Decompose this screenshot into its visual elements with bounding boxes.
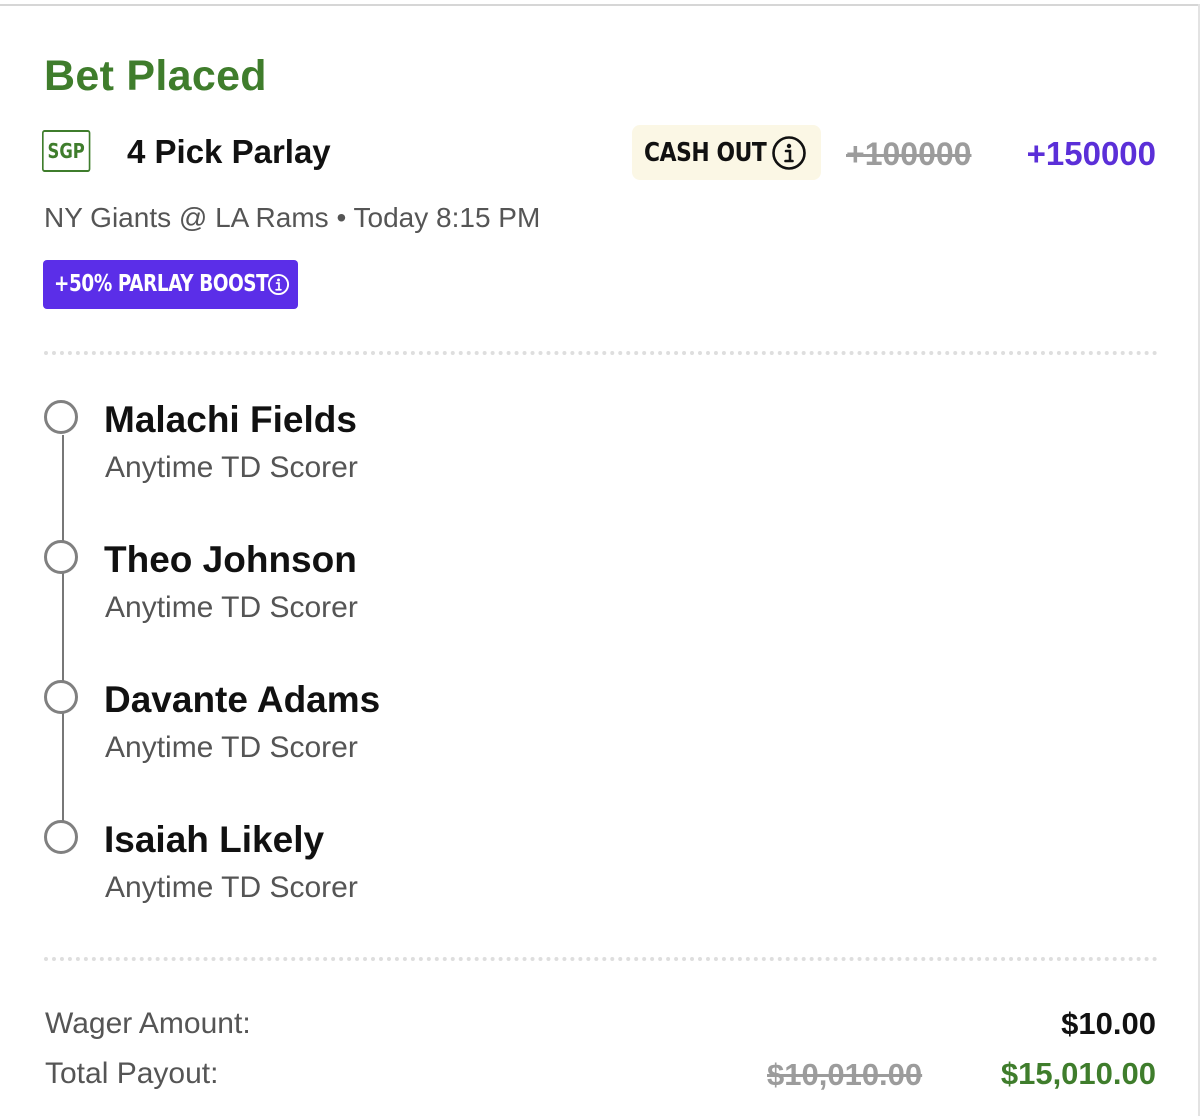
boosted-payout: $15,010.00 bbox=[1000, 1056, 1156, 1091]
sgp-badge: SGP bbox=[42, 130, 91, 172]
original-odds: +100000 bbox=[846, 136, 972, 172]
info-circle-icon[interactable] bbox=[771, 135, 807, 171]
leg-player-name: Isaiah Likely bbox=[104, 819, 325, 860]
open-circle-icon bbox=[44, 400, 78, 434]
parlay-leg: Malachi Fields Anytime TD Scorer bbox=[42, 395, 742, 515]
cash-out-button[interactable]: CASH OUT bbox=[632, 125, 821, 180]
original-payout: $10,010.00 bbox=[767, 1057, 923, 1092]
open-circle-icon bbox=[44, 540, 78, 574]
top-border bbox=[0, 4, 1200, 6]
wager-amount-label: Wager Amount: bbox=[45, 1007, 251, 1040]
cash-out-label: CASH OUT bbox=[644, 138, 767, 168]
leg-market: Anytime TD Scorer bbox=[105, 731, 358, 764]
leg-player-name: Davante Adams bbox=[104, 679, 381, 720]
section-divider bbox=[44, 351, 1158, 355]
info-circle-icon[interactable] bbox=[267, 273, 290, 296]
leg-market: Anytime TD Scorer bbox=[105, 871, 358, 904]
total-payout-label: Total Payout: bbox=[45, 1057, 219, 1090]
leg-market: Anytime TD Scorer bbox=[105, 451, 358, 484]
parlay-name: 4 Pick Parlay bbox=[127, 133, 331, 170]
parlay-leg: Davante Adams Anytime TD Scorer bbox=[42, 675, 742, 795]
leg-market: Anytime TD Scorer bbox=[105, 591, 358, 624]
wager-amount-value: $10.00 bbox=[1061, 1006, 1156, 1041]
parlay-legs-list: Malachi Fields Anytime TD Scorer Theo Jo… bbox=[42, 395, 742, 935]
parlay-boost-label: +50% PARLAY BOOST bbox=[54, 271, 269, 297]
parlay-boost-badge[interactable]: +50% PARLAY BOOST bbox=[43, 260, 298, 309]
boosted-odds: +150000 bbox=[1026, 135, 1156, 172]
leg-player-name: Malachi Fields bbox=[104, 399, 357, 440]
bet-header: SGP 4 Pick Parlay CASH OUT +100000 +1500… bbox=[42, 125, 1156, 181]
open-circle-icon bbox=[44, 820, 78, 854]
leg-player-name: Theo Johnson bbox=[104, 539, 357, 580]
game-matchup: NY Giants @ LA Rams • Today 8:15 PM bbox=[44, 202, 541, 233]
parlay-leg: Theo Johnson Anytime TD Scorer bbox=[42, 535, 742, 655]
section-divider bbox=[44, 957, 1158, 961]
open-circle-icon bbox=[44, 680, 78, 714]
bet-status-title: Bet Placed bbox=[44, 52, 267, 100]
parlay-leg: Isaiah Likely Anytime TD Scorer bbox=[42, 815, 742, 935]
